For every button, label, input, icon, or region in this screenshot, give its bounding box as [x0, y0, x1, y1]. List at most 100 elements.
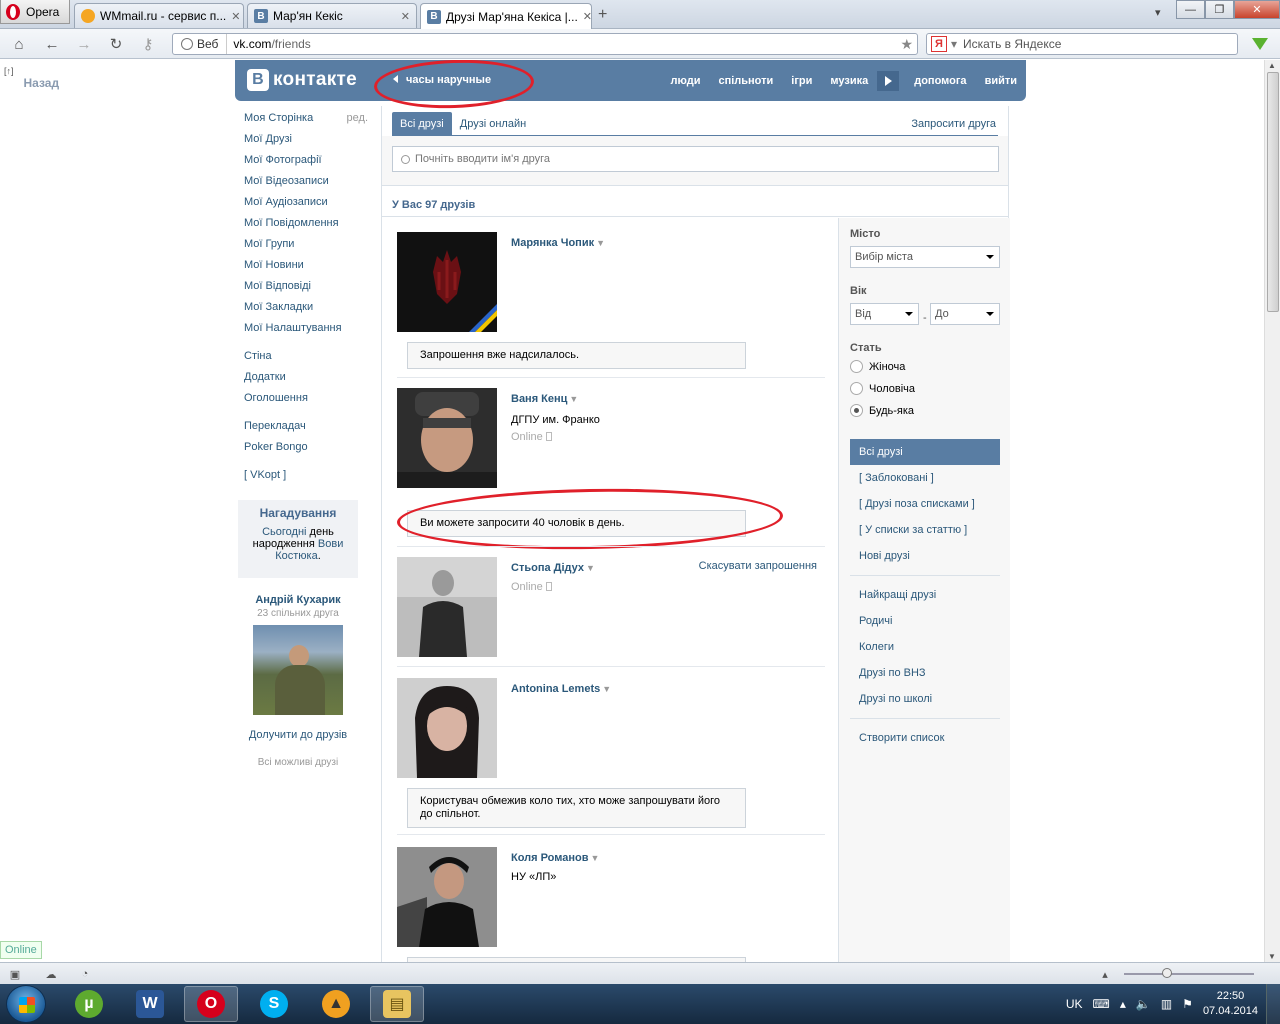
tab-friends[interactable]: B Друзі Мар'яна Кекіса |... ✕: [420, 3, 592, 29]
tab-all-friends[interactable]: Всі друзі: [392, 112, 452, 135]
list-school-friends[interactable]: Друзі по школі: [850, 686, 1000, 712]
friend-menu-icon[interactable]: ▼: [596, 238, 605, 248]
flag-icon[interactable]: ⚑: [1182, 997, 1193, 1011]
zoom-slider-knob[interactable]: [1162, 968, 1172, 978]
maximize-icon[interactable]: ❐: [1205, 0, 1234, 19]
suggestion-photo[interactable]: [253, 625, 343, 715]
menu-communities[interactable]: спільноти: [709, 75, 782, 87]
nav-translator[interactable]: Перекладач: [238, 416, 378, 437]
nav-my-groups[interactable]: Мої Групи: [238, 234, 378, 255]
close-window-icon[interactable]: ✕: [1234, 0, 1280, 19]
language-indicator[interactable]: UK: [1066, 997, 1083, 1011]
tab-list-menu-icon[interactable]: ▾: [1155, 6, 1161, 19]
nav-apps[interactable]: Додатки: [238, 367, 378, 388]
reminder-today-link[interactable]: Сьогодні: [262, 526, 306, 538]
tab-profile[interactable]: B Мар'ян Кекіс ✕: [247, 3, 417, 28]
friend-photo[interactable]: [397, 388, 497, 488]
header-status-text[interactable]: часы наручные: [393, 74, 491, 86]
scroll-thumb[interactable]: [1267, 72, 1279, 312]
age-to-select[interactable]: До: [930, 303, 1000, 325]
list-by-gender[interactable]: [ У списки за статтю ]: [850, 517, 1000, 543]
forward-icon[interactable]: →: [75, 35, 93, 53]
scroll-up-icon[interactable]: ▲: [1268, 61, 1276, 70]
friend-name[interactable]: Ваня Кенц ▼: [511, 393, 578, 405]
nav-ads[interactable]: Оголошення: [238, 388, 378, 409]
yandex-search-field[interactable]: Я ▾ Искать в Яндексе: [926, 33, 1238, 55]
taskbar-word[interactable]: W: [123, 986, 177, 1022]
friend-menu-icon[interactable]: ▼: [569, 394, 578, 404]
clock[interactable]: 22:50 07.04.2014: [1203, 989, 1258, 1019]
sex-male-radio[interactable]: Чоловіча: [850, 382, 915, 395]
age-from-select[interactable]: Від: [850, 303, 919, 325]
home-icon[interactable]: ⌂: [10, 35, 28, 53]
nav-my-audio[interactable]: Мої Аудіозаписи: [238, 192, 378, 213]
taskbar-explorer[interactable]: ▤: [370, 986, 424, 1022]
scroll-down-icon[interactable]: ▼: [1268, 952, 1276, 961]
nav-wall[interactable]: Стіна: [238, 346, 378, 367]
bookmark-star-icon[interactable]: ★: [900, 36, 913, 53]
friend-photo[interactable]: [397, 232, 497, 332]
address-url[interactable]: vk.com/friends: [227, 37, 310, 51]
network-icon[interactable]: ▥: [1161, 997, 1172, 1011]
list-new-friends[interactable]: Нові друзі: [850, 543, 1000, 569]
suggestion-name[interactable]: Андрій Кухарик: [238, 594, 358, 606]
friend-search-input[interactable]: Почніть вводити ім'я друга: [392, 146, 999, 172]
menu-logout[interactable]: вийти: [976, 75, 1026, 87]
speed-dial-icon[interactable]: ◔: [78, 967, 92, 981]
panel-toggle-icon[interactable]: ▣: [8, 967, 22, 981]
create-list-link[interactable]: Створити список: [850, 725, 1000, 751]
volume-icon[interactable]: 🔈: [1136, 997, 1151, 1011]
friend-photo[interactable]: [397, 557, 497, 657]
nav-my-friends[interactable]: Мої Друзі: [238, 129, 378, 150]
back-link[interactable]: [↑] Назад: [4, 66, 59, 90]
city-select[interactable]: Вибір міста: [850, 246, 1000, 268]
close-tab-icon[interactable]: ✕: [231, 10, 240, 23]
close-tab-icon[interactable]: ✕: [583, 10, 591, 23]
sex-any-radio[interactable]: Будь-яка: [850, 404, 914, 417]
new-tab-icon[interactable]: +: [598, 6, 607, 24]
sex-female-radio[interactable]: Жіноча: [850, 360, 905, 373]
list-relatives[interactable]: Родичі: [850, 608, 1000, 634]
address-bar[interactable]: Веб vk.com/friends ★: [172, 33, 918, 55]
friend-menu-icon[interactable]: ▼: [602, 684, 611, 694]
key-icon[interactable]: ⚷: [139, 35, 157, 53]
nav-my-settings[interactable]: Мої Налаштування: [238, 318, 378, 339]
opera-menu-button[interactable]: Opera: [0, 0, 70, 24]
list-all-friends[interactable]: Всі друзі: [850, 439, 1000, 465]
menu-help[interactable]: допомога: [905, 75, 975, 87]
start-button[interactable]: [6, 985, 46, 1023]
nav-my-photos[interactable]: Мої Фотографії: [238, 150, 378, 171]
nav-poker-bongo[interactable]: Poker Bongo: [238, 437, 378, 458]
tab-wmmail[interactable]: WMmail.ru - сервис п... ✕: [74, 3, 244, 28]
reload-icon[interactable]: ↻: [107, 35, 125, 53]
add-to-friends-link[interactable]: Долучити до друзів: [238, 729, 358, 741]
taskbar-opera[interactable]: O: [184, 986, 238, 1022]
list-university-friends[interactable]: Друзі по ВНЗ: [850, 660, 1000, 686]
list-colleagues[interactable]: Колеги: [850, 634, 1000, 660]
menu-games[interactable]: ігри: [782, 75, 821, 87]
list-best-friends[interactable]: Найкращі друзі: [850, 582, 1000, 608]
page-scrollbar[interactable]: ▲ ▼: [1264, 60, 1280, 962]
taskbar-skype[interactable]: S: [247, 986, 301, 1022]
play-icon[interactable]: [877, 70, 900, 91]
back-icon[interactable]: ←: [43, 35, 61, 53]
menu-people[interactable]: люди: [661, 75, 709, 87]
edit-menu-link[interactable]: ред.: [347, 108, 368, 129]
show-desktop-button[interactable]: [1266, 984, 1280, 1024]
nav-my-bookmarks[interactable]: Мої Закладки: [238, 297, 378, 318]
all-possible-friends-link[interactable]: Всі можливі друзі: [238, 757, 358, 768]
zoom-slider[interactable]: [1124, 968, 1254, 978]
tray-expand-icon[interactable]: ▴: [1120, 997, 1126, 1011]
nav-my-answers[interactable]: Мої Відповіді: [238, 276, 378, 297]
tab-friends-online[interactable]: Друзі онлайн: [452, 112, 534, 135]
search-engine-dropdown-icon[interactable]: ▾: [951, 37, 957, 51]
list-blocked[interactable]: [ Заблоковані ]: [850, 465, 1000, 491]
close-tab-icon[interactable]: ✕: [401, 10, 410, 23]
friend-name[interactable]: Стьопа Дідух ▼: [511, 562, 595, 574]
download-icon[interactable]: [1250, 33, 1270, 55]
friend-name[interactable]: Antonina Lemets ▼: [511, 683, 611, 695]
friend-menu-icon[interactable]: ▼: [591, 853, 600, 863]
cloud-icon[interactable]: ☁: [44, 967, 58, 981]
zoom-menu-icon[interactable]: ▴: [1098, 967, 1112, 981]
keyboard-icon[interactable]: ⌨: [1093, 997, 1110, 1011]
